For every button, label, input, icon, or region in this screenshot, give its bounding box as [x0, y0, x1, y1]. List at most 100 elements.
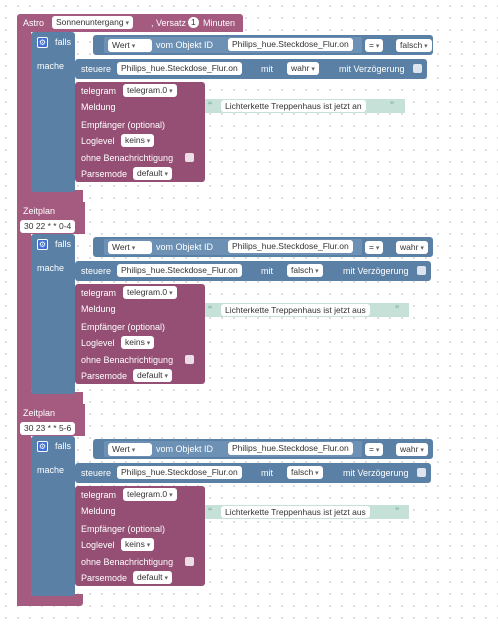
operator-dropdown[interactable]: =	[365, 39, 384, 52]
parsemode-dropdown[interactable]: default	[133, 369, 172, 382]
telegram-label: telegram	[81, 288, 117, 298]
schedule-cron-input[interactable]: 30 22 * * 0-4	[20, 220, 76, 233]
schedule-cron-input[interactable]: 30 23 * * 5-6	[20, 422, 76, 435]
compare-block[interactable]: Wert vom Objekt ID Philips_hue.Steckdose…	[93, 237, 433, 257]
unit-label: Minuten	[203, 18, 236, 28]
message-text-input[interactable]: Lichterkette Treppenhaus ist jetzt aus	[221, 506, 370, 518]
with-label: mit	[261, 468, 273, 478]
open-quote-icon: “	[208, 99, 212, 113]
parsemode-dropdown[interactable]: default	[133, 571, 172, 584]
object-id-input[interactable]: Philips_hue.Steckdose_Flur.on	[228, 442, 353, 455]
message-text-block[interactable]: “ Lichterkette Treppenhaus ist jetzt an …	[205, 99, 405, 113]
gear-icon[interactable]: ⚙	[37, 37, 48, 48]
close-quote-icon: ”	[395, 505, 399, 519]
silent-checkbox[interactable]	[185, 153, 194, 162]
silent-label: ohne Benachrichtigung	[81, 355, 174, 365]
close-quote-icon: ”	[395, 303, 399, 317]
telegram-block[interactable]: telegram telegram.0 Meldung Empfänger (o…	[75, 284, 205, 384]
telegram-instance-dropdown[interactable]: telegram.0	[123, 488, 177, 501]
with-label: mit	[261, 64, 273, 74]
object-id-input[interactable]: Philips_hue.Steckdose_Flur.on	[228, 38, 353, 51]
loglevel-label: Loglevel	[81, 540, 115, 550]
astro-trigger-block[interactable]: Astro Sonnenuntergang , Versatz 1 Minute…	[17, 14, 243, 32]
astro-event-dropdown[interactable]: Sonnenuntergang	[52, 16, 134, 29]
delay-checkbox[interactable]	[417, 468, 426, 477]
message-text-input[interactable]: Lichterkette Treppenhaus ist jetzt aus	[221, 304, 370, 316]
if-label: falls	[55, 239, 72, 249]
schedule-label: Zeitplan	[23, 408, 56, 418]
telegram-label: telegram	[81, 490, 117, 500]
do-label: mache	[37, 263, 65, 273]
telegram-label: telegram	[81, 86, 117, 96]
control-label: steuere	[81, 64, 112, 74]
with-delay-label: mit Verzögerung	[339, 64, 405, 74]
if-label: falls	[55, 37, 72, 47]
compare-block[interactable]: Wert vom Objekt ID Philips_hue.Steckdose…	[93, 35, 433, 55]
compare-value-dropdown[interactable]: falsch	[396, 39, 432, 52]
schedule-block-1[interactable]: Zeitplan 30 22 * * 0-4	[17, 202, 85, 234]
get-value-block[interactable]: Wert vom Objekt ID Philips_hue.Steckdose…	[104, 239, 362, 255]
set-value-dropdown[interactable]: falsch	[287, 466, 323, 479]
parsemode-label: Parsemode	[81, 573, 128, 583]
control-object-input[interactable]: Philips_hue.Steckdose_Flur.on	[117, 62, 242, 75]
loglevel-label: Loglevel	[81, 338, 115, 348]
gear-icon[interactable]: ⚙	[37, 441, 48, 452]
delay-checkbox[interactable]	[417, 266, 426, 275]
silent-label: ohne Benachrichtigung	[81, 153, 174, 163]
set-value-dropdown[interactable]: wahr	[287, 62, 319, 75]
from-object-label: vom Objekt ID	[156, 444, 214, 454]
control-object-input[interactable]: Philips_hue.Steckdose_Flur.on	[117, 264, 242, 277]
schedule-block-1-body	[17, 234, 31, 404]
telegram-block[interactable]: telegram telegram.0 Meldung Empfänger (o…	[75, 486, 205, 586]
attribute-dropdown[interactable]: Wert	[108, 39, 152, 52]
message-label: Meldung	[81, 102, 116, 112]
recipient-label: Empfänger (optional)	[81, 524, 166, 534]
do-label: mache	[37, 465, 65, 475]
get-value-block[interactable]: Wert vom Objekt ID Philips_hue.Steckdose…	[104, 441, 362, 457]
gear-icon[interactable]: ⚙	[37, 239, 48, 250]
if-block[interactable]: ⚙ falls mache	[31, 32, 75, 192]
telegram-instance-dropdown[interactable]: telegram.0	[123, 286, 177, 299]
compare-value-dropdown[interactable]: wahr	[396, 241, 428, 254]
from-object-label: vom Objekt ID	[156, 40, 214, 50]
offset-value-input[interactable]: 1	[188, 17, 199, 28]
parsemode-label: Parsemode	[81, 169, 128, 179]
if-label: falls	[55, 441, 72, 451]
with-label: mit	[261, 266, 273, 276]
object-id-input[interactable]: Philips_hue.Steckdose_Flur.on	[228, 240, 353, 253]
control-block[interactable]: steuere Philips_hue.Steckdose_Flur.on mi…	[75, 59, 427, 79]
parsemode-dropdown[interactable]: default	[133, 167, 172, 180]
open-quote-icon: “	[208, 505, 212, 519]
silent-label: ohne Benachrichtigung	[81, 557, 174, 567]
attribute-dropdown[interactable]: Wert	[108, 241, 152, 254]
control-block[interactable]: steuere Philips_hue.Steckdose_Flur.on mi…	[75, 261, 431, 281]
operator-dropdown[interactable]: =	[365, 443, 384, 456]
compare-block[interactable]: Wert vom Objekt ID Philips_hue.Steckdose…	[93, 439, 433, 459]
message-text-block[interactable]: “ Lichterkette Treppenhaus ist jetzt aus…	[205, 505, 409, 519]
schedule-block-2[interactable]: Zeitplan 30 23 * * 5-6	[17, 404, 85, 436]
compare-value-dropdown[interactable]: wahr	[396, 443, 428, 456]
attribute-dropdown[interactable]: Wert	[108, 443, 152, 456]
message-text-block[interactable]: “ Lichterkette Treppenhaus ist jetzt aus…	[205, 303, 409, 317]
message-text-input[interactable]: Lichterkette Treppenhaus ist jetzt an	[221, 100, 366, 112]
loglevel-dropdown[interactable]: keins	[121, 134, 155, 147]
get-value-block[interactable]: Wert vom Objekt ID Philips_hue.Steckdose…	[104, 37, 362, 53]
control-label: steuere	[81, 266, 112, 276]
if-footer	[31, 180, 75, 190]
silent-checkbox[interactable]	[185, 557, 194, 566]
loglevel-dropdown[interactable]: keins	[121, 538, 155, 551]
control-object-input[interactable]: Philips_hue.Steckdose_Flur.on	[117, 466, 242, 479]
telegram-instance-dropdown[interactable]: telegram.0	[123, 84, 177, 97]
control-block[interactable]: steuere Philips_hue.Steckdose_Flur.on mi…	[75, 463, 431, 483]
if-block[interactable]: ⚙ falls mache	[31, 436, 75, 596]
if-block[interactable]: ⚙ falls mache	[31, 234, 75, 394]
set-value-dropdown[interactable]: falsch	[287, 264, 323, 277]
do-label: mache	[37, 61, 65, 71]
delay-checkbox[interactable]	[413, 64, 422, 73]
silent-checkbox[interactable]	[185, 355, 194, 364]
recipient-label: Empfänger (optional)	[81, 322, 166, 332]
loglevel-dropdown[interactable]: keins	[121, 336, 155, 349]
telegram-block[interactable]: telegram telegram.0 Meldung Empfänger (o…	[75, 82, 205, 182]
operator-dropdown[interactable]: =	[365, 241, 384, 254]
from-object-label: vom Objekt ID	[156, 242, 214, 252]
